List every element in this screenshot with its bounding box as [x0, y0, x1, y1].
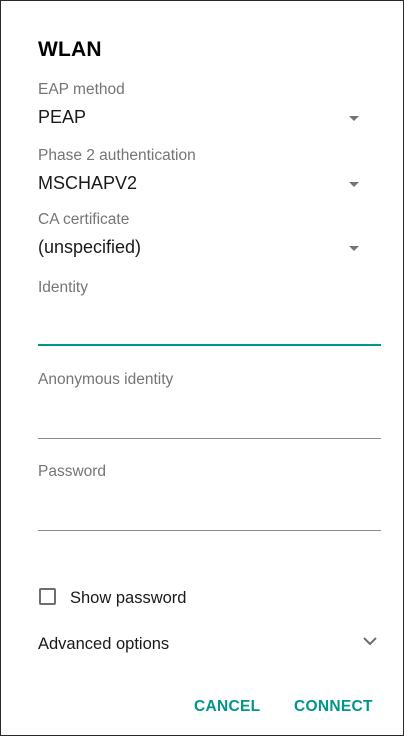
show-password-label[interactable]: Show password — [70, 589, 186, 608]
eap-method-label: EAP method — [38, 81, 125, 98]
ca-certificate-spinner[interactable]: (unspecified) — [38, 233, 381, 261]
eap-method-spinner[interactable]: PEAP — [38, 103, 381, 131]
identity-label: Identity — [38, 279, 88, 296]
anonymous-identity-underline — [38, 438, 381, 439]
dropdown-arrow-icon — [349, 182, 359, 187]
identity-underline — [38, 344, 381, 346]
ca-certificate-value: (unspecified) — [38, 237, 142, 257]
anonymous-identity-label: Anonymous identity — [38, 371, 174, 388]
show-password-checkbox[interactable] — [39, 588, 56, 605]
identity-input[interactable] — [38, 305, 381, 341]
anonymous-identity-input[interactable] — [38, 397, 381, 435]
password-underline — [38, 530, 381, 531]
dropdown-arrow-icon — [349, 246, 359, 251]
advanced-options-label[interactable]: Advanced options — [38, 635, 169, 654]
phase2-auth-value: MSCHAPV2 — [38, 173, 138, 193]
dialog-title: WLAN — [38, 38, 102, 61]
connect-button[interactable]: CONNECT — [294, 698, 373, 716]
phase2-auth-label: Phase 2 authentication — [38, 147, 196, 164]
wlan-dialog: WLAN EAP method PEAP Phase 2 authenticat… — [0, 0, 404, 736]
dropdown-arrow-icon — [349, 116, 359, 121]
eap-method-value: PEAP — [38, 107, 87, 127]
cancel-button[interactable]: CANCEL — [194, 698, 260, 716]
phase2-auth-spinner[interactable]: MSCHAPV2 — [38, 169, 381, 197]
chevron-down-icon[interactable] — [362, 633, 378, 649]
password-input[interactable] — [38, 489, 381, 527]
password-label: Password — [38, 463, 107, 480]
ca-certificate-label: CA certificate — [38, 211, 130, 228]
